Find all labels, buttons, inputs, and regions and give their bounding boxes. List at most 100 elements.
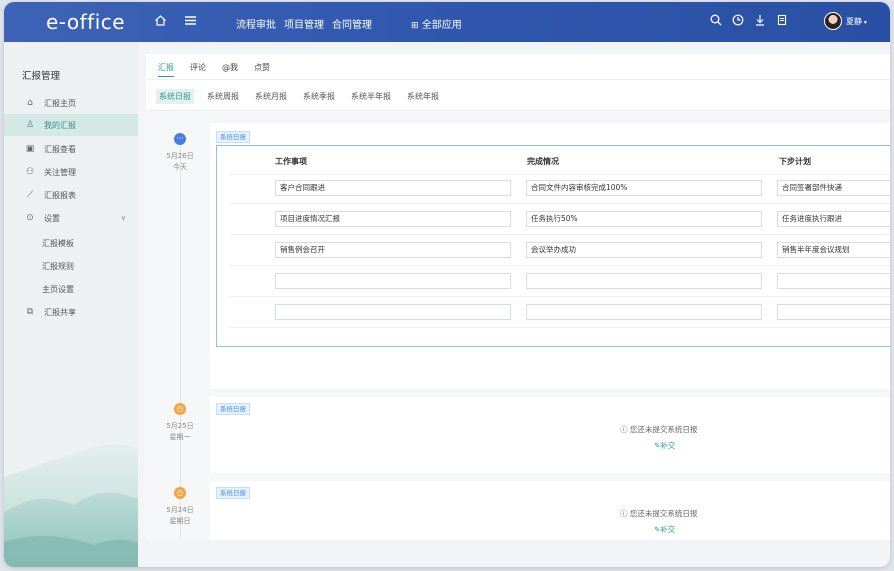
sidebar-item-report-share[interactable]: ⧉ 汇报共享 bbox=[4, 301, 138, 323]
table-cell[interactable]: 客户合同跟进 bbox=[275, 180, 511, 196]
home-icon[interactable] bbox=[154, 14, 167, 31]
sidebar-item-report-view[interactable]: ▣ 汇报查看 bbox=[4, 138, 138, 160]
report-type-tabs: 系统日报 系统周报 系统月报 系统季报 系统半年报 系统年报 bbox=[156, 89, 442, 104]
table-cell[interactable]: 会议举办成功 bbox=[526, 242, 762, 258]
table-cell[interactable]: 任务进度执行跟进 bbox=[777, 211, 890, 227]
nav-process-approval[interactable]: 流程审批 bbox=[236, 16, 276, 31]
all-apps-button[interactable]: ⊞ 全部应用 bbox=[411, 16, 462, 31]
nav-contract-management[interactable]: 合同管理 bbox=[332, 16, 372, 31]
table-cell[interactable] bbox=[777, 273, 890, 289]
table-cell[interactable] bbox=[275, 304, 511, 320]
day-label: 星期日 bbox=[169, 517, 191, 525]
divider bbox=[146, 79, 890, 80]
sidebar-item-report-home[interactable]: ⌂ 汇报主页 bbox=[4, 92, 138, 114]
table-cell[interactable]: 项目进度情况汇报 bbox=[275, 211, 511, 227]
date-label: 5月26日 bbox=[166, 152, 194, 160]
all-apps-label: 全部应用 bbox=[421, 20, 462, 31]
sidebar-item-label: 汇报主页 bbox=[44, 98, 76, 108]
divider bbox=[229, 327, 890, 328]
notice-text: 您还未提交系统日报 bbox=[629, 425, 698, 434]
tab-weekly-report[interactable]: 系统周报 bbox=[204, 89, 242, 104]
document-icon[interactable] bbox=[776, 14, 788, 30]
user-avatar[interactable] bbox=[824, 12, 842, 30]
clock-icon: ◷ bbox=[174, 487, 186, 499]
info-icon: ⓘ bbox=[620, 509, 630, 518]
divider bbox=[229, 203, 890, 204]
divider bbox=[229, 265, 890, 266]
tab-likes[interactable]: 点赞 bbox=[254, 62, 270, 77]
hamburger-icon[interactable] bbox=[184, 14, 197, 31]
resubmit-label: 补交 bbox=[660, 441, 676, 450]
date-label: 5月25日 bbox=[166, 422, 194, 430]
tab-monthly-report[interactable]: 系统月报 bbox=[252, 89, 290, 104]
home-icon: ⌂ bbox=[27, 98, 33, 108]
tab-mentions[interactable]: @我 bbox=[222, 62, 238, 77]
sidebar-item-label: 汇报共享 bbox=[44, 307, 76, 317]
table-cell[interactable]: 合同文件内容审核完成100% bbox=[526, 180, 762, 196]
sidebar-item-settings[interactable]: ⊙ 设置 ∨ bbox=[4, 207, 138, 229]
tab-quarterly-report[interactable]: 系统季报 bbox=[300, 89, 338, 104]
column-header-completion: 完成情况 bbox=[527, 157, 559, 166]
primary-tabs: 汇报 评论 @我 点赞 bbox=[158, 62, 270, 77]
date-label: 5月24日 bbox=[166, 506, 194, 514]
table-cell[interactable]: 合同签署部件快递 bbox=[777, 180, 890, 196]
table-cell[interactable]: 销售半年度会议规划 bbox=[777, 242, 890, 258]
tab-half-year-report[interactable]: 系统半年报 bbox=[348, 89, 394, 104]
download-icon[interactable] bbox=[754, 14, 766, 30]
tab-reports[interactable]: 汇报 bbox=[158, 62, 174, 77]
report-type-tag: 系统日报 bbox=[216, 403, 250, 415]
app-window: e-office 流程审批 项目管理 合同管理 ⊞ 全部应用 夏静 ▾ 汇报管理… bbox=[4, 2, 890, 567]
username[interactable]: 夏静 ▾ bbox=[846, 16, 867, 27]
sidebar-title: 汇报管理 bbox=[22, 71, 61, 82]
resubmit-label: 补交 bbox=[660, 525, 676, 534]
missing-report-notice: ⓘ 您还未提交系统日报 bbox=[620, 424, 697, 435]
sidebar-item-label: 汇报报表 bbox=[44, 190, 76, 200]
report-type-tag: 系统日报 bbox=[216, 131, 250, 143]
column-header-next-plan: 下步计划 bbox=[779, 157, 811, 166]
info-icon: ⓘ bbox=[620, 425, 630, 434]
table-cell[interactable] bbox=[526, 304, 762, 320]
day-label: 星期一 bbox=[169, 433, 191, 441]
app-logo[interactable]: e-office bbox=[46, 10, 125, 34]
search-icon[interactable] bbox=[710, 14, 722, 30]
table-cell[interactable] bbox=[275, 273, 511, 289]
chevron-down-icon: ∨ bbox=[120, 214, 126, 222]
report-type-tag: 系统日报 bbox=[216, 487, 250, 499]
sidebar-item-follow-management[interactable]: ⚇ 关注管理 bbox=[4, 161, 138, 183]
sidebar-item-label: 设置 bbox=[44, 213, 60, 223]
table-cell[interactable] bbox=[777, 304, 890, 320]
sidebar-item-report-statistics[interactable]: ⟋ 汇报报表 bbox=[4, 184, 138, 206]
sidebar-subitem-report-rules[interactable]: 汇报规则 bbox=[42, 261, 74, 272]
table-cell[interactable]: 销售例会召开 bbox=[275, 242, 511, 258]
sidebar-item-my-reports[interactable]: ♙ 我的汇报 bbox=[4, 114, 138, 136]
report-table: 工作事项 完成情况 下步计划 客户合同跟进 合同文件内容审核完成100% 合同签… bbox=[216, 145, 890, 347]
resubmit-link[interactable]: ✎补交 bbox=[654, 524, 675, 535]
chevron-down-icon: ▾ bbox=[862, 19, 867, 26]
tab-annual-report[interactable]: 系统年报 bbox=[404, 89, 442, 104]
resubmit-link[interactable]: ✎补交 bbox=[654, 440, 675, 451]
sidebar-subitem-homepage-settings[interactable]: 主页设置 bbox=[42, 284, 74, 295]
view-icon: ▣ bbox=[25, 144, 35, 154]
divider bbox=[229, 296, 890, 297]
table-cell[interactable]: 任务执行50% bbox=[526, 211, 762, 227]
mountain-illustration bbox=[4, 444, 138, 567]
missing-report-notice: ⓘ 您还未提交系统日报 bbox=[620, 508, 697, 519]
nav-project-management[interactable]: 项目管理 bbox=[284, 16, 324, 31]
divider bbox=[229, 234, 890, 235]
chart-icon: ⟋ bbox=[26, 190, 34, 200]
sidebar-item-label: 汇报查看 bbox=[44, 144, 76, 154]
timeline-line bbox=[180, 133, 181, 540]
table-cell[interactable] bbox=[526, 273, 762, 289]
clock-icon[interactable] bbox=[732, 14, 744, 30]
users-icon: ⚇ bbox=[25, 167, 35, 177]
sidebar-subitem-report-template[interactable]: 汇报模板 bbox=[42, 238, 74, 249]
tab-comments[interactable]: 评论 bbox=[190, 62, 206, 77]
top-navigation-bar: e-office 流程审批 项目管理 合同管理 ⊞ 全部应用 夏静 ▾ bbox=[4, 2, 890, 42]
tab-daily-report[interactable]: 系统日报 bbox=[156, 89, 194, 104]
divider bbox=[229, 174, 890, 175]
day-label: 今天 bbox=[173, 163, 187, 171]
report-card: 系统日报 ⓘ 您还未提交系统日报 ✎补交 bbox=[210, 397, 890, 473]
timeline-date: 5月24日 星期日 bbox=[160, 505, 200, 527]
timeline-date: 5月25日 星期一 bbox=[160, 421, 200, 443]
settings-icon: ⊙ bbox=[26, 213, 34, 223]
